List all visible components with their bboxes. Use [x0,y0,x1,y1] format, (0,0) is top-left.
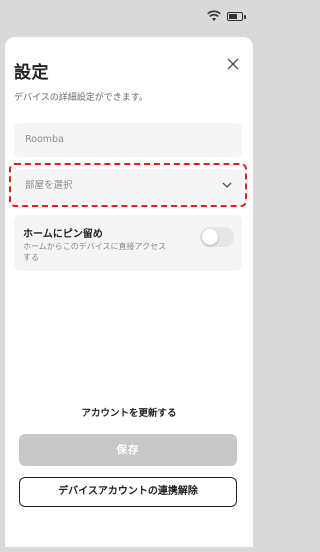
battery-icon [227,11,246,21]
wifi-icon [207,10,221,21]
device-name-value: Roomba [25,134,64,145]
room-select[interactable]: 部屋を選択 [14,169,242,203]
update-account-link[interactable]: アカウントを更新する [5,405,253,419]
status-bar [0,0,269,34]
status-icons [207,10,246,22]
save-button[interactable]: 保存 [19,434,237,466]
settings-sheet: 設定 デバイスの詳細設定ができます。 Roomba 部屋を選択 ホームにピン留め… [5,37,253,547]
pin-to-home-row: ホームにピン留め ホームからこのデバイスに直接アクセスする [14,215,242,271]
pin-to-home-title: ホームにピン留め [23,229,103,240]
unlink-device-account-button[interactable]: デバイスアカウントの連携解除 [19,477,237,507]
page-title: 設定 [14,63,49,83]
close-icon[interactable] [225,56,241,72]
toggle-knob [202,229,218,245]
room-select-placeholder: 部屋を選択 [25,180,73,191]
device-name-field[interactable]: Roomba [14,123,242,157]
page-subtitle: デバイスの詳細設定ができます。 [14,93,148,103]
chevron-down-icon [222,182,232,188]
pin-to-home-description: ホームからこのデバイスに直接アクセスする [23,242,167,262]
pin-to-home-toggle[interactable] [200,227,234,247]
